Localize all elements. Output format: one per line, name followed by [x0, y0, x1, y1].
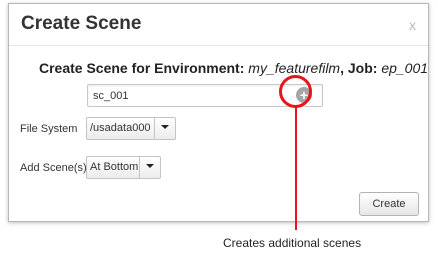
heading-job-prefix: , Job: [340, 60, 382, 76]
file-system-dropdown-button[interactable] [154, 118, 175, 139]
file-system-label: File System [20, 123, 78, 135]
add-scenes-select[interactable]: At Bottom [86, 156, 161, 179]
callout-text: Creates additional scenes [223, 236, 362, 250]
add-scenes-value: At Bottom [90, 161, 139, 173]
heading-environment: my_featurefilm [248, 60, 341, 76]
chevron-down-icon [161, 125, 169, 130]
file-system-select[interactable]: /usadata000 [86, 117, 176, 140]
callout-line [295, 106, 297, 230]
create-button[interactable]: Create [359, 192, 419, 216]
title-divider [9, 45, 428, 46]
callout-highlight-circle [279, 75, 312, 108]
heading-job: ep_001 [381, 60, 429, 76]
dialog-heading: Create Scene for Environment: my_feature… [39, 60, 428, 76]
add-scenes-label: Add Scene(s) [20, 162, 87, 174]
add-scenes-dropdown-button[interactable] [139, 157, 160, 178]
create-scene-dialog: Create Scene x Create Scene for Environm… [8, 3, 429, 222]
close-icon[interactable]: x [409, 17, 416, 33]
dialog-title: Create Scene [21, 13, 142, 34]
file-system-value: /usadata000 [90, 122, 151, 134]
heading-prefix: Create Scene for Environment: [39, 60, 249, 76]
chevron-down-icon [146, 164, 154, 169]
